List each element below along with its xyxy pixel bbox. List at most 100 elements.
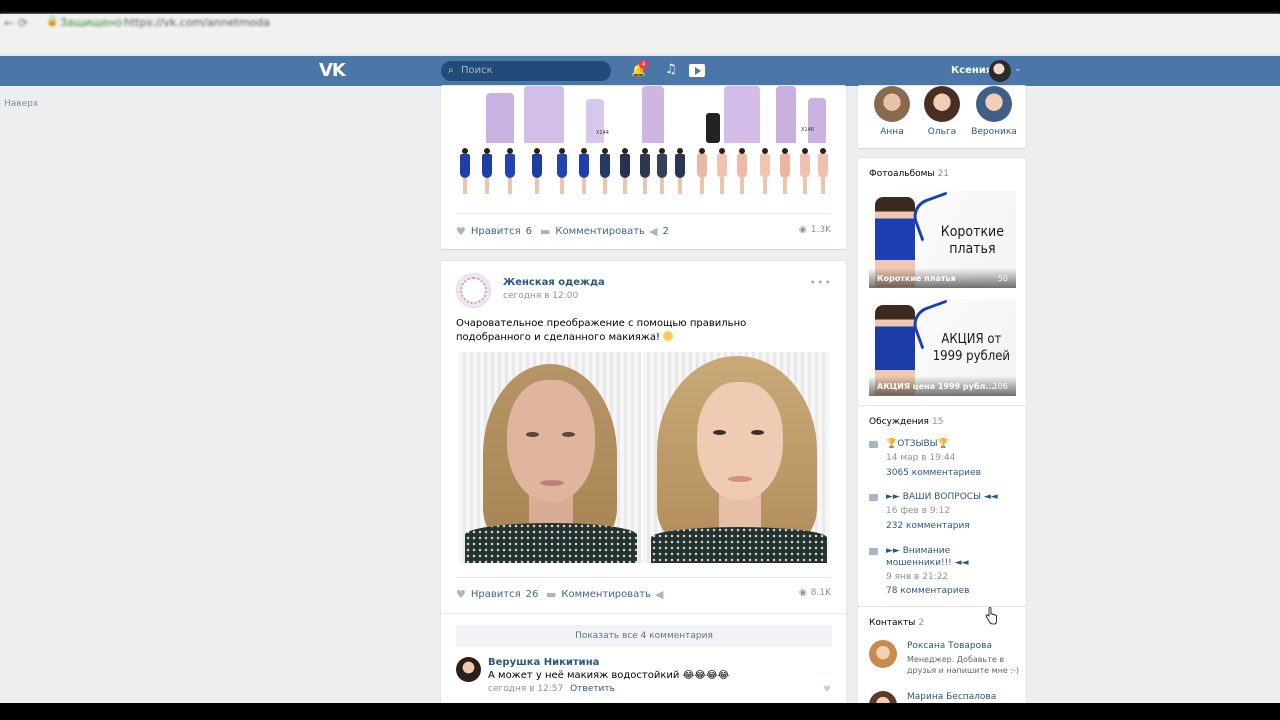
discussion-item[interactable]: ►► ВАШИ ВОПРОСЫ ◄◄ 16 фев в 9:12 232 ком… [869,491,1019,536]
chevron-down-icon[interactable]: ⌄ [1014,64,1022,74]
vk-logo[interactable]: VK [319,60,346,81]
friend-item[interactable]: Вероника [969,86,1019,137]
avatar[interactable] [869,640,897,668]
albums-count: 21 [937,169,949,179]
comment-meta: сегодня в 12:57 Ответить [488,684,615,694]
bookmarks-bar [10,38,1270,50]
model-figure [716,148,728,196]
comment-button[interactable]: ▬ Комментировать [546,588,651,601]
widget-title[interactable]: Фотоальбомы 21 [869,169,949,179]
topic-comments-link[interactable]: 232 комментария [886,521,970,531]
photo-albums-widget: Фотоальбомы 21 Короткие платья Короткие п… [858,158,1026,406]
topic-comments-link[interactable]: 78 комментариев [886,586,969,596]
catalog-image-bottom [456,148,831,196]
views-counter: ◉ 1.3K [799,225,831,235]
views-count: 8.1K [810,588,831,598]
after-photo[interactable] [643,352,829,563]
like-label: Нравится [470,589,521,600]
megaphone-icon: ◀ [649,225,658,238]
catalog-image-top: Х144 Х146 [456,86,831,143]
views-count: 1.3K [810,225,831,235]
discussion-item[interactable]: 🏆ОТЗЫВЫ🏆 14 мар в 19:44 3065 комментарие… [869,438,1019,483]
contacts-widget: Контакты 2 Роксана Товарова Менеджер. Доб… [858,607,1026,719]
album-photo-count: 106 [992,382,1008,391]
album-item[interactable]: АКЦИЯ от 1999 рублей АКЦИЯ цена 1999 руб… [869,299,1016,396]
topic-comments-link[interactable]: 3065 комментариев [886,468,981,478]
album-heading-line: Короткие [940,224,1004,240]
like-button[interactable]: ♥ Нравится 6 [456,225,532,238]
heart-icon[interactable]: ♥ [823,685,831,695]
like-button[interactable]: ♥ Нравится 26 [456,588,538,601]
discussion-item[interactable]: ►► Внимание мошенники!!! ◄◄ 9 янв в 21:2… [869,545,1019,600]
topic-title-link[interactable]: 🏆ОТЗЫВЫ🏆 [886,438,1016,450]
group-name-link[interactable]: Женская одежда [503,277,605,288]
group-avatar[interactable] [456,273,491,308]
share-count: 2 [662,226,669,237]
search-input[interactable]: ⌕ Поиск [441,61,611,81]
topic-date: 16 фев в 9:12 [886,506,951,516]
avatar[interactable] [456,657,481,682]
topic-title-link[interactable]: ►► Внимание мошенники!!! ◄◄ [886,545,1016,569]
topic-title-link[interactable]: ►► ВАШИ ВОПРОСЫ ◄◄ [886,491,1016,503]
back-reload-icons[interactable]: ← ⟳ [4,16,28,30]
before-photo[interactable] [459,352,641,563]
model-figure [619,148,631,196]
reply-link[interactable]: Ответить [570,684,615,694]
divider [117,17,118,28]
model-figure [524,86,564,143]
views-counter: ◉ 8.1K [799,588,831,598]
friend-item[interactable]: Ольга [917,86,967,137]
album-caption: АКЦИЯ цена 1999 рубл... 106 [869,376,1016,396]
user-name[interactable]: Ксения [951,65,992,76]
comment-author-link[interactable]: Верушка Никитина [488,657,599,668]
album-heading-line: 1999 рублей [932,349,1010,364]
album-photo-count: 50 [997,274,1008,283]
notification-badge: 4 [639,60,648,69]
lips [540,480,564,486]
widget-title[interactable]: Контакты 2 [869,618,924,628]
more-options-icon[interactable]: ••• [810,276,832,289]
video-letterbox-bottom [0,703,1280,720]
divider [456,213,831,214]
model-figure [817,148,829,196]
model-figure [481,148,493,196]
url-field[interactable]: https://vk.com/annetmoda [124,16,270,29]
comment-button[interactable]: ▬ Комментировать [540,225,645,238]
widget-title[interactable]: Обсуждения 15 [869,417,943,427]
avatar [976,86,1012,122]
heart-eyes-emoji-icon [663,331,674,341]
contact-name-link[interactable]: Роксана Товарова [907,641,992,651]
music-icon[interactable]: ♫ [665,62,677,77]
show-all-comments-button[interactable]: Показать все 4 комментария [456,625,832,647]
share-button[interactable]: ◀ [655,588,663,601]
search-placeholder: Поиск [461,65,493,76]
post-time[interactable]: сегодня в 12:00 [503,291,578,301]
post-text: Очаровательное преображение с помощью пр… [456,317,796,345]
model-figure [556,148,568,196]
model-figure [808,98,826,143]
share-button[interactable]: ◀ 2 [649,225,669,238]
comment-icon [869,441,878,448]
avatar[interactable] [989,60,1011,82]
heart-icon: ♥ [456,588,466,601]
model-figure [486,93,514,143]
model-figure [696,148,708,196]
contacts-count: 2 [918,618,925,628]
lock-icon: 🔒 [46,16,59,27]
comment-time[interactable]: сегодня в 12:57 [488,684,563,694]
avatar [874,86,910,122]
topic-date: 9 янв в 21:22 [886,572,949,582]
post-text-body: Очаровательное преображение с помощью пр… [456,318,747,343]
friend-item[interactable]: Анна [867,86,917,137]
album-item[interactable]: Короткие платья Короткие платья 50 [869,191,1016,288]
albums-title: Фотоальбомы [869,169,935,179]
megaphone-icon: ◀ [655,588,664,601]
album-caption-text: АКЦИЯ цена 1999 рубл... [877,382,995,391]
back-to-top-link[interactable]: Наверх [4,99,38,109]
contact-name-link[interactable]: Марина Беспалова [907,692,996,702]
video-icon[interactable] [689,64,705,77]
friend-name: Ольга [927,127,957,137]
avatar [924,86,960,122]
security-label: Защищено [60,16,123,29]
contact-item: Роксана Товарова Менеджер. Добавьте в др… [869,640,1019,680]
